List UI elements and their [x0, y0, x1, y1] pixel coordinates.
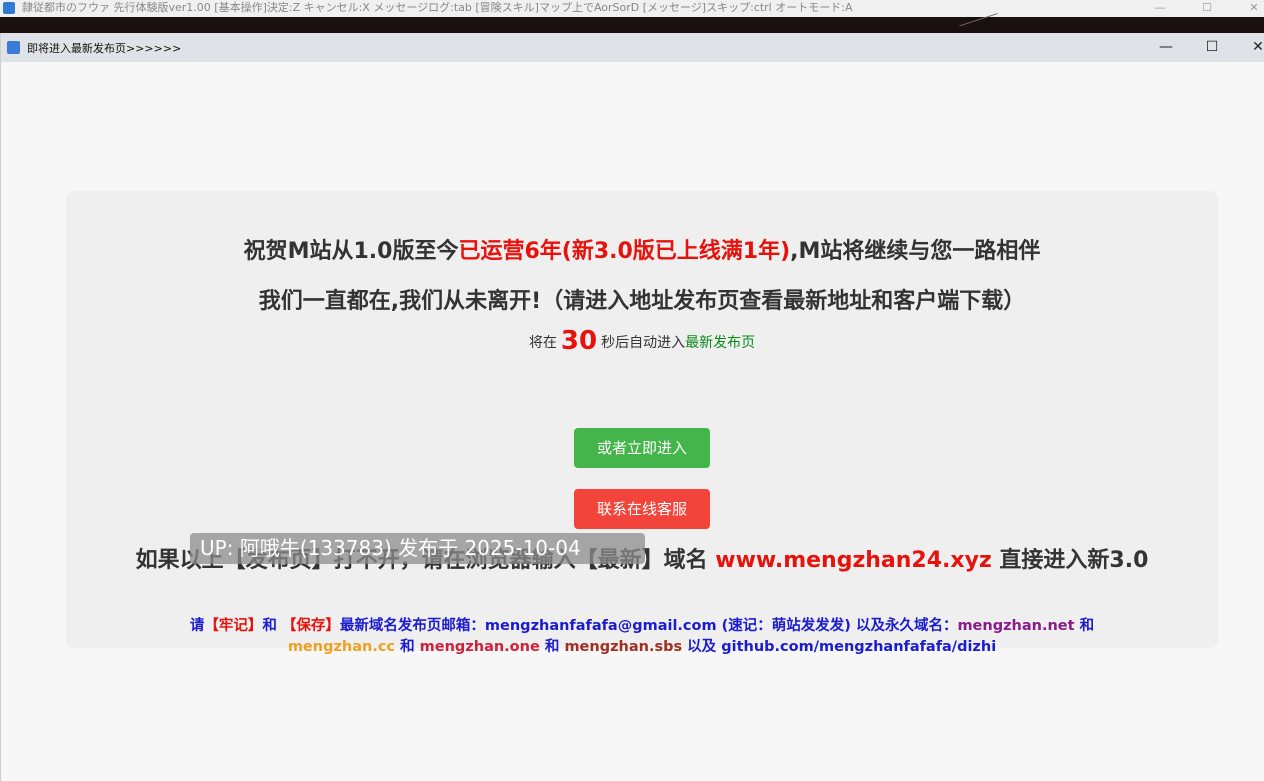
domain-link-cc[interactable]: mengzhan.cc: [288, 639, 395, 655]
background-game-canvas: [0, 13, 1264, 36]
close-icon[interactable]: ✕: [1244, 0, 1264, 15]
domain-link-one[interactable]: mengzhan.one: [420, 639, 540, 655]
countdown-prefix: 将在: [528, 335, 557, 351]
minimize-icon[interactable]: —: [1150, 0, 1170, 15]
mail-and-domains: 请【牢记】和 【保存】最新域名发布页邮箱：mengzhanfafafa@gmai…: [146, 616, 1138, 658]
countdown-text: 将在 30 秒后自动进入最新发布页: [66, 326, 1218, 356]
mail-text-2: 和: [262, 618, 277, 634]
domain-link-sbs[interactable]: mengzhan.sbs: [564, 639, 682, 655]
background-window-title: 隷従都市のフウァ 先行体験版ver1.00 [基本操作]決定:Z キャンセル:X…: [22, 1, 853, 14]
github-link[interactable]: 以及 github.com/mengzhanfafafa/dizhi: [687, 639, 996, 655]
window-minimize-icon[interactable]: —: [1143, 33, 1189, 62]
window-titlebar[interactable]: 即将进入最新发布页>>>>>> — ☐ ✕: [1, 33, 1264, 62]
mail-save: 【保存】: [281, 618, 340, 634]
mail-and-3: 和: [544, 639, 560, 655]
headline-highlight: 已运营6年(新3.0版已上线满1年): [458, 239, 791, 264]
release-page-link[interactable]: 最新发布页: [685, 335, 755, 351]
domain-url-link[interactable]: www.mengzhan24.xyz: [715, 548, 991, 573]
window-close-icon[interactable]: ✕: [1235, 33, 1264, 62]
domain-suffix: 直接进入新3.0: [999, 548, 1149, 573]
headline-prefix: 祝贺M站从1.0版至今: [243, 239, 459, 264]
headline-anniversary: 祝贺M站从1.0版至今已运营6年(新3.0版已上线满1年),M站将继续与您一路相…: [66, 233, 1218, 265]
window-app-icon: [7, 41, 20, 54]
window-maximize-icon[interactable]: ☐: [1189, 33, 1235, 62]
domain-link-net[interactable]: mengzhan.net: [957, 618, 1074, 634]
countdown-seconds: 30: [560, 326, 598, 356]
mail-address-text[interactable]: 最新域名发布页邮箱：mengzhanfafafa@gmail.com (速记：萌…: [340, 618, 958, 634]
uploader-watermark: UP: 阿哦牛(133783) 发布于 2025-10-04: [190, 533, 645, 564]
maximize-icon[interactable]: ☐: [1197, 0, 1217, 15]
contact-service-button[interactable]: 联系在线客服: [574, 489, 710, 529]
mail-and-1: 和: [1079, 618, 1095, 634]
redirect-window: 即将进入最新发布页>>>>>> — ☐ ✕ 祝贺M站从1.0版至今已运营6年(新…: [0, 33, 1264, 781]
app-icon: [3, 2, 15, 14]
mail-text-1: 请: [189, 618, 205, 634]
enter-now-button[interactable]: 或者立即进入: [574, 428, 710, 468]
headline-notice: 我们一直都在,我们从未离开!（请进入地址发布页查看最新地址和客户端下载）: [258, 289, 1026, 314]
background-window-titlebar: 隷従都市のフウァ 先行体験版ver1.00 [基本操作]決定:Z キャンセル:X…: [0, 0, 1264, 18]
window-title: 即将进入最新发布页>>>>>>: [27, 42, 182, 55]
headline-suffix: ,M站将继续与您一路相伴: [790, 239, 1041, 264]
mail-and-2: 和: [400, 639, 415, 655]
mail-remember: 【牢记】: [204, 618, 263, 634]
announcement-card: 祝贺M站从1.0版至今已运营6年(新3.0版已上线满1年),M站将继续与您一路相…: [66, 191, 1218, 655]
countdown-middle: 秒后自动进入: [601, 335, 686, 351]
